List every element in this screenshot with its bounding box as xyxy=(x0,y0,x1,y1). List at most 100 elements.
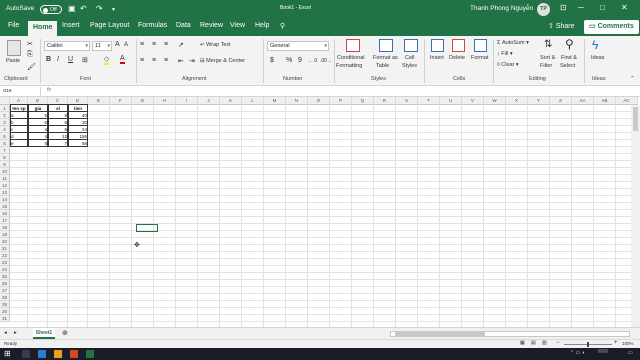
copy-icon[interactable]: ⎘ xyxy=(27,51,33,59)
customize-toolbar-icon[interactable]: ▾ xyxy=(112,6,115,13)
row-header[interactable]: 31 xyxy=(0,315,10,322)
row-header[interactable]: 7 xyxy=(0,147,10,154)
italic-button[interactable]: I xyxy=(57,56,59,63)
row-header[interactable]: 10 xyxy=(0,168,10,175)
grow-font-icon[interactable]: A xyxy=(115,41,120,48)
insert-cells-label[interactable]: Insert xyxy=(430,55,444,61)
fx-icon[interactable]: fx xyxy=(47,87,51,93)
align-left-icon[interactable]: ≡ xyxy=(140,57,144,64)
number-format-select[interactable]: General ▾ xyxy=(267,41,329,51)
merge-center-button[interactable]: ⊟ Merge & Center xyxy=(200,58,245,64)
zoom-slider-thumb[interactable] xyxy=(587,342,589,347)
sheet-tab[interactable]: Sheet1 xyxy=(33,328,55,339)
bottom-align-icon[interactable]: ≡ xyxy=(164,41,168,48)
row-header[interactable]: 11 xyxy=(0,175,10,182)
row-header[interactable]: 23 xyxy=(0,259,10,266)
lightning-icon[interactable]: ϟ xyxy=(592,38,598,52)
column-header[interactable]: H xyxy=(154,97,176,105)
powerpoint-taskbar-icon[interactable] xyxy=(70,350,78,358)
format-as-table-icon[interactable] xyxy=(379,39,393,52)
vertical-scrollbar[interactable] xyxy=(631,105,640,327)
page-layout-view-icon[interactable]: ▤ xyxy=(531,340,536,346)
row-header[interactable]: 20 xyxy=(0,238,10,245)
increase-indent-icon[interactable]: ⇥ xyxy=(189,57,195,65)
column-header[interactable]: V xyxy=(462,97,484,105)
cell-styles-label-2[interactable]: Styles xyxy=(402,63,417,69)
row-header[interactable]: 8 xyxy=(0,154,10,161)
redo-icon[interactable]: ↷ xyxy=(96,4,103,13)
normal-view-icon[interactable]: ▦ xyxy=(520,340,525,346)
tab-help[interactable]: Help xyxy=(255,22,269,29)
row-header[interactable]: 2 xyxy=(0,112,10,119)
scrollbar-thumb[interactable] xyxy=(395,332,485,336)
orientation-icon[interactable]: ↗ xyxy=(178,41,184,49)
search-icon[interactable]: ⚲ xyxy=(280,22,285,30)
column-header[interactable]: Q xyxy=(352,97,374,105)
selected-cell[interactable] xyxy=(136,224,158,232)
zoom-level[interactable]: 100% xyxy=(622,341,634,346)
currency-button[interactable]: $ xyxy=(270,57,274,64)
select-all-corner[interactable] xyxy=(0,97,10,105)
tab-page-layout[interactable]: Page Layout xyxy=(90,22,129,29)
cell-styles-icon[interactable] xyxy=(404,39,418,52)
comments-button[interactable]: ▭ Comments xyxy=(584,20,639,34)
align-right-icon[interactable]: ≡ xyxy=(164,57,168,64)
edge-taskbar-icon[interactable] xyxy=(38,350,46,358)
column-header[interactable]: K xyxy=(220,97,242,105)
sort-filter-label-2[interactable]: Filter xyxy=(540,63,552,69)
title-search[interactable]: Book1 - Excel xyxy=(280,3,470,15)
column-header[interactable]: AC xyxy=(616,97,638,105)
tab-review[interactable]: Review xyxy=(200,22,223,29)
avatar[interactable]: TP xyxy=(537,3,550,16)
scroll-right-icon[interactable]: ▸ xyxy=(14,330,17,336)
row-header[interactable]: 18 xyxy=(0,224,10,231)
cell-styles-label-1[interactable]: Cell xyxy=(405,55,414,61)
row-header[interactable]: 15 xyxy=(0,203,10,210)
page-break-view-icon[interactable]: ▥ xyxy=(542,340,547,346)
tab-file[interactable]: File xyxy=(8,22,19,29)
conditional-formatting-label-1[interactable]: Conditional xyxy=(337,55,365,61)
column-header[interactable]: AB xyxy=(594,97,616,105)
borders-icon[interactable]: ⊞ xyxy=(82,56,88,64)
search-taskbar-icon[interactable] xyxy=(22,350,30,358)
autosum-button[interactable]: Σ AutoSum ▾ xyxy=(497,40,529,46)
column-header[interactable]: U xyxy=(440,97,462,105)
conditional-formatting-label-2[interactable]: Formatting xyxy=(336,63,362,69)
undo-icon[interactable]: ↶ xyxy=(80,4,87,13)
underline-button[interactable]: U xyxy=(68,56,73,63)
cut-icon[interactable]: ✂ xyxy=(27,40,33,48)
row-header[interactable]: 3 xyxy=(0,119,10,126)
format-as-table-label-1[interactable]: Format as xyxy=(373,55,398,61)
row-header[interactable]: 5 xyxy=(0,133,10,140)
percent-button[interactable]: % xyxy=(286,57,292,64)
maximize-icon[interactable]: □ xyxy=(600,3,605,12)
collapse-ribbon-icon[interactable]: ⌃ xyxy=(630,76,635,82)
row-header[interactable]: 30 xyxy=(0,308,10,315)
find-icon[interactable]: ⚲ xyxy=(565,37,574,51)
column-header[interactable]: G xyxy=(132,97,154,105)
row-header[interactable]: 19 xyxy=(0,231,10,238)
fill-color-icon[interactable]: ◇ xyxy=(104,55,110,65)
column-header[interactable]: N xyxy=(286,97,308,105)
row-header[interactable]: 22 xyxy=(0,252,10,259)
tray-icons[interactable]: ⌃ ▭ ◖ xyxy=(570,350,585,356)
windows-start-icon[interactable]: ⊞ xyxy=(4,349,11,358)
zoom-out-icon[interactable]: − xyxy=(556,340,560,346)
font-color-icon[interactable]: A xyxy=(120,55,125,64)
decrease-indent-icon[interactable]: ⇤ xyxy=(178,57,184,65)
fill-button[interactable]: ↓ Fill ▾ xyxy=(497,51,513,57)
column-header[interactable]: M xyxy=(264,97,286,105)
format-cells-label[interactable]: Format xyxy=(471,55,488,61)
comma-button[interactable]: 9 xyxy=(298,57,302,64)
font-size-select[interactable]: 11 ▾ xyxy=(92,41,112,51)
minimize-icon[interactable]: ─ xyxy=(578,3,584,12)
column-header[interactable]: O xyxy=(308,97,330,105)
paste-icon[interactable] xyxy=(7,40,21,56)
column-header[interactable]: I xyxy=(176,97,198,105)
format-cells-icon[interactable] xyxy=(474,39,487,52)
column-header[interactable]: Y xyxy=(528,97,550,105)
column-header[interactable]: R xyxy=(374,97,396,105)
column-header[interactable]: L xyxy=(242,97,264,105)
close-icon[interactable]: ✕ xyxy=(621,3,628,12)
decrease-decimal-icon[interactable]: .00→ xyxy=(320,58,332,64)
